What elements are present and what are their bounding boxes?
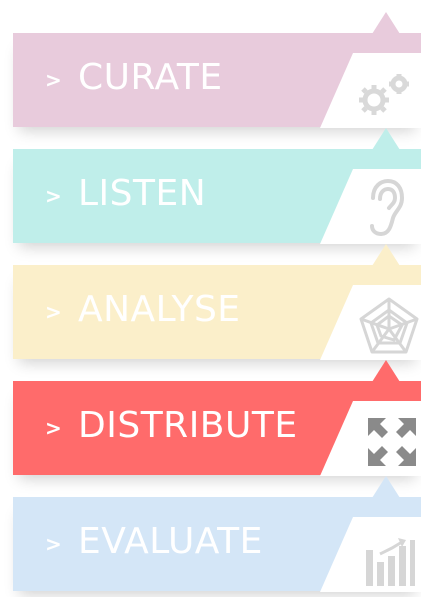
step-notch (372, 244, 400, 266)
chevron-right-icon: > (45, 184, 62, 208)
expand-arrows-icon (368, 418, 416, 466)
step-curate[interactable]: > CURATE (0, 0, 421, 128)
step-analyse[interactable]: > ANALYSE (0, 232, 421, 360)
step-distribute[interactable]: > DISTRIBUTE (0, 348, 421, 476)
step-label: LISTEN (78, 173, 207, 214)
chevron-right-icon: > (45, 532, 62, 556)
step-notch (372, 360, 400, 382)
ear-icon (370, 178, 405, 237)
step-notch (372, 128, 400, 150)
chevron-right-icon: > (45, 68, 62, 92)
step-evaluate[interactable]: > EVALUATE (0, 464, 421, 592)
step-listen[interactable]: > LISTEN (0, 116, 421, 244)
gears-icon (359, 74, 409, 115)
bar-chart-icon (366, 538, 415, 586)
step-notch (372, 476, 400, 498)
step-label: EVALUATE (78, 521, 263, 562)
radar-icon (359, 297, 419, 354)
step-label: DISTRIBUTE (78, 405, 298, 446)
step-label: CURATE (78, 57, 223, 98)
chevron-right-icon: > (45, 300, 62, 324)
chevron-right-icon: > (45, 416, 62, 440)
step-notch (372, 12, 400, 34)
step-label: ANALYSE (78, 289, 241, 330)
